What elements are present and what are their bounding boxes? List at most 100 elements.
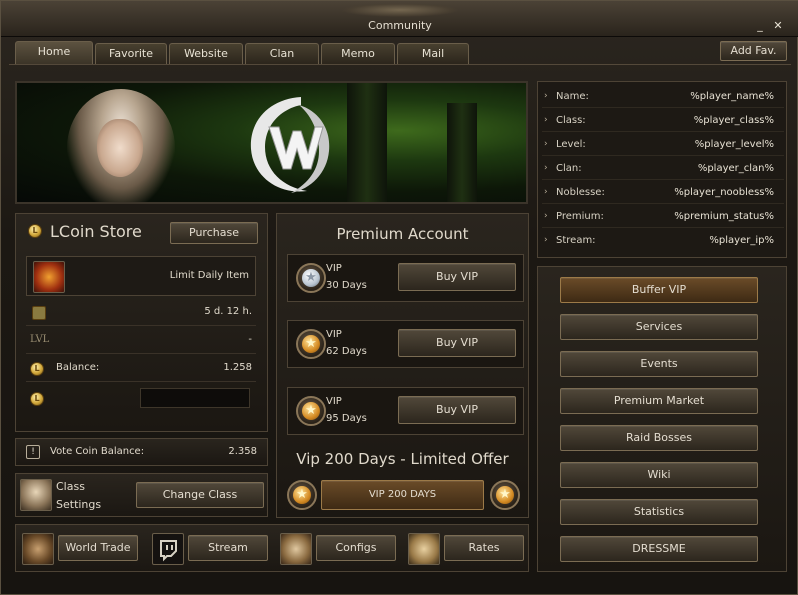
statistics-button[interactable]: Statistics [560, 499, 758, 525]
silver-star-icon: ★ [296, 263, 326, 293]
vip-duration: 30 Days [326, 280, 367, 291]
lcoin-store-title: LCoin Store [50, 222, 142, 241]
vip-option: ★ VIP 30 Days Buy VIP [287, 254, 524, 302]
character-face [97, 119, 143, 177]
book-icon [280, 533, 312, 565]
add-fav-button[interactable]: Add Fav. [720, 41, 787, 61]
vip-name: VIP [326, 263, 342, 274]
lcoin-icon: L [30, 392, 44, 406]
chevron-right-icon: › [544, 163, 548, 173]
purchase-button[interactable]: Purchase [170, 222, 258, 244]
info-value: %player_ip% [709, 235, 774, 246]
vote-label: Vote Coin Balance: [50, 446, 145, 457]
chevron-right-icon: › [544, 91, 548, 101]
buy-vip-62-button[interactable]: Buy VIP [398, 329, 516, 357]
minimize-button[interactable]: _ [753, 19, 767, 33]
info-label: Level: [556, 139, 586, 150]
level-value: - [248, 334, 252, 345]
item-icon [33, 261, 65, 293]
level-label: LVL [30, 334, 50, 345]
info-row-stream: › Stream: %player_ip% [542, 230, 784, 252]
gold-star-icon: ★ [490, 480, 520, 510]
info-row-level: › Level: %player_level% [542, 134, 784, 156]
vip-200-days-button[interactable]: VIP 200 DAYS [321, 480, 484, 510]
info-row-clan: › Clan: %player_clan% [542, 158, 784, 180]
horn-icon [408, 533, 440, 565]
info-label: Stream: [556, 235, 596, 246]
premium-market-button[interactable]: Premium Market [560, 388, 758, 414]
premium-account-panel: Premium Account ★ VIP 30 Days Buy VIP ★ … [276, 213, 529, 518]
rates-button[interactable]: Rates [444, 535, 524, 561]
time-row: 5 d. 12 h. [26, 300, 256, 326]
world-trade-button[interactable]: World Trade [58, 535, 138, 561]
tab-divider [9, 64, 791, 65]
banner-pillar [347, 83, 387, 202]
stream-button[interactable]: Stream [188, 535, 268, 561]
gold-star-icon: ★ [296, 329, 326, 359]
info-label: Clan: [556, 163, 582, 174]
vip-name: VIP [326, 396, 342, 407]
vip-duration: 62 Days [326, 346, 367, 357]
backpack-icon [22, 533, 54, 565]
services-button[interactable]: Services [560, 314, 758, 340]
buy-vip-30-button[interactable]: Buy VIP [398, 263, 516, 291]
vip-name: VIP [326, 329, 342, 340]
title-bar[interactable]: Community _ ✕ [1, 1, 798, 37]
info-value: %player_class% [693, 115, 774, 126]
configs-button[interactable]: Configs [316, 535, 396, 561]
server-banner [15, 81, 528, 204]
twitch-icon [152, 533, 184, 565]
side-menu-panel: Buffer VIP Services Events Premium Marke… [537, 266, 787, 572]
info-value: %premium_status% [674, 211, 774, 222]
chevron-right-icon: › [544, 187, 548, 197]
info-value: %player_clan% [697, 163, 774, 174]
vote-coin-panel: ! Vote Coin Balance: 2.358 [15, 438, 268, 466]
info-label: Premium: [556, 211, 604, 222]
premium-title: Premium Account [336, 225, 469, 243]
tab-mail[interactable]: Mail [397, 43, 469, 65]
vote-icon: ! [26, 445, 40, 459]
wiki-button[interactable]: Wiki [560, 462, 758, 488]
close-button[interactable]: ✕ [771, 19, 785, 33]
events-button[interactable]: Events [560, 351, 758, 377]
chevron-right-icon: › [544, 115, 548, 125]
info-label: Noblesse: [556, 187, 605, 198]
bottom-links-panel: World Trade Stream Configs Rates [15, 524, 529, 572]
balance-label: Balance: [56, 362, 100, 373]
info-row-name: › Name: %player_name% [542, 86, 784, 108]
offer-title: Vip 200 Days - Limited Offer [296, 450, 509, 468]
tab-website[interactable]: Website [169, 43, 243, 65]
tab-memo[interactable]: Memo [321, 43, 395, 65]
vip-duration: 95 Days [326, 413, 367, 424]
title-ornament [341, 3, 459, 17]
info-value: %player_level% [694, 139, 774, 150]
dressme-button[interactable]: DRESSME [560, 536, 758, 562]
info-label: Class: [556, 115, 586, 126]
character-avatar-icon [20, 479, 52, 511]
lcoin-icon: L [30, 362, 44, 376]
tab-clan[interactable]: Clan [245, 43, 319, 65]
time-left: 5 d. 12 h. [204, 306, 252, 317]
buffer-vip-button[interactable]: Buffer VIP [560, 277, 758, 303]
tab-home[interactable]: Home [15, 41, 93, 65]
raid-bosses-button[interactable]: Raid Bosses [560, 425, 758, 451]
gold-star-icon: ★ [287, 480, 317, 510]
amount-input[interactable] [140, 388, 250, 408]
vote-value: 2.358 [228, 446, 257, 457]
daily-item-row[interactable]: Limit Daily Item [26, 256, 256, 296]
chevron-right-icon: › [544, 211, 548, 221]
info-value: %player_name% [690, 91, 774, 102]
vip-option: ★ VIP 62 Days Buy VIP [287, 320, 524, 368]
tab-favorite[interactable]: Favorite [95, 43, 167, 65]
player-info-panel: › Name: %player_name% › Class: %player_c… [537, 81, 787, 258]
w-logo-icon [250, 97, 330, 193]
gold-star-icon: ★ [296, 396, 326, 426]
window-title: Community [368, 19, 432, 32]
community-window: Community _ ✕ Home Favorite Website Clan… [0, 0, 798, 595]
hourglass-icon [32, 306, 46, 320]
change-class-button[interactable]: Change Class [136, 482, 264, 508]
info-row-noblesse: › Noblesse: %player_noobless% [542, 182, 784, 204]
buy-vip-95-button[interactable]: Buy VIP [398, 396, 516, 424]
balance-value: 1.258 [223, 362, 252, 373]
vip-option: ★ VIP 95 Days Buy VIP [287, 387, 524, 435]
